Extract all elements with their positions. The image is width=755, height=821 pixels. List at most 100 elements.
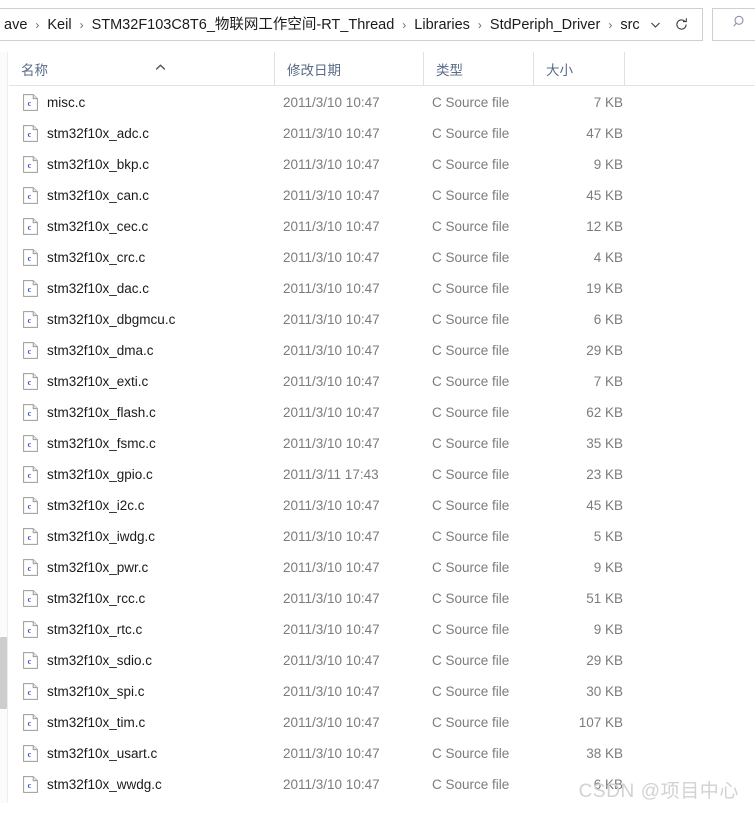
file-name-cell[interactable]: c stm32f10x_iwdg.c	[23, 528, 155, 545]
file-row[interactable]: c stm32f10x_spi.c 2011/3/10 10:47 C Source …	[9, 676, 755, 707]
refresh-icon[interactable]	[669, 12, 695, 38]
file-name-cell[interactable]: c stm32f10x_dbgmcu.c	[23, 311, 175, 328]
file-row[interactable]: c stm32f10x_crc.c 2011/3/10 10:47 C Source …	[9, 242, 755, 273]
column-header-name[interactable]: 名称	[9, 52, 274, 85]
file-row[interactable]: c stm32f10x_i2c.c 2011/3/10 10:47 C Source …	[9, 490, 755, 521]
breadcrumb-item[interactable]: src	[617, 14, 642, 36]
breadcrumb-separator: ›	[402, 17, 407, 32]
breadcrumb-item[interactable]: Keil	[44, 14, 74, 36]
file-row[interactable]: c stm32f10x_rtc.c 2011/3/10 10:47 C Source …	[9, 614, 755, 645]
breadcrumb-item[interactable]: STM32F103C8T6_物联网工作空间-RT_Thread	[89, 14, 398, 36]
file-row[interactable]: c stm32f10x_dac.c 2011/3/10 10:47 C Source …	[9, 273, 755, 304]
file-row[interactable]: c stm32f10x_dbgmcu.c 2011/3/10 10:47 C Sour…	[9, 304, 755, 335]
file-name-cell[interactable]: c stm32f10x_flash.c	[23, 404, 156, 421]
file-row[interactable]: c stm32f10x_dma.c 2011/3/10 10:47 C Source …	[9, 335, 755, 366]
svg-text:c: c	[28, 750, 32, 759]
scrollbar-vertical[interactable]	[0, 52, 8, 803]
file-size-cell: 45 KB	[586, 188, 623, 203]
file-row[interactable]: c stm32f10x_exti.c 2011/3/10 10:47 C Source…	[9, 366, 755, 397]
file-size-cell: 7 KB	[593, 374, 623, 389]
file-size-cell: 6 KB	[593, 312, 623, 327]
file-name-cell[interactable]: c stm32f10x_exti.c	[23, 373, 148, 390]
file-date-cell: 2011/3/10 10:47	[283, 405, 380, 420]
file-type-cell: C Source file	[432, 312, 510, 327]
file-row[interactable]: c stm32f10x_can.c 2011/3/10 10:47 C Source …	[9, 180, 755, 211]
file-name-cell[interactable]: c stm32f10x_rtc.c	[23, 621, 142, 638]
svg-text:c: c	[28, 99, 32, 108]
file-row[interactable]: c stm32f10x_flash.c 2011/3/10 10:47 C Sourc…	[9, 397, 755, 428]
file-name-cell[interactable]: c stm32f10x_crc.c	[23, 249, 145, 266]
search-input[interactable]	[711, 8, 755, 41]
chevron-down-icon[interactable]	[643, 12, 669, 38]
svg-text:c: c	[28, 254, 32, 263]
file-row[interactable]: c misc.c 2011/3/10 10:47 C Source file 7 KB	[9, 87, 755, 118]
file-type-cell: C Source file	[432, 157, 510, 172]
file-size-cell: 9 KB	[593, 157, 623, 172]
file-row[interactable]: c stm32f10x_bkp.c 2011/3/10 10:47 C Source …	[9, 149, 755, 180]
file-row[interactable]: c stm32f10x_tim.c 2011/3/10 10:47 C Source …	[9, 707, 755, 738]
file-row[interactable]: c stm32f10x_rcc.c 2011/3/10 10:47 C Source …	[9, 583, 755, 614]
file-name-label: stm32f10x_sdio.c	[47, 653, 153, 668]
scrollbar-thumb[interactable]	[0, 637, 7, 709]
svg-text:c: c	[28, 440, 32, 449]
file-name-cell[interactable]: c stm32f10x_i2c.c	[23, 497, 145, 514]
file-name-label: misc.c	[47, 95, 86, 110]
file-date-cell: 2011/3/10 10:47	[283, 250, 380, 265]
svg-text:c: c	[28, 471, 32, 480]
file-name-cell[interactable]: c misc.c	[23, 94, 85, 111]
column-header: 名称 修改日期 类型 大小	[9, 52, 755, 86]
file-name-label: stm32f10x_pwr.c	[47, 560, 149, 575]
address-bar[interactable]: ave › Keil › STM32F103C8T6_物联网工作空间-RT_Thread…	[0, 8, 703, 41]
column-header-type[interactable]: 类型	[423, 52, 533, 85]
file-name-cell[interactable]: c stm32f10x_sdio.c	[23, 652, 152, 669]
file-date-cell: 2011/3/10 10:47	[283, 374, 380, 389]
file-date-cell: 2011/3/10 10:47	[283, 343, 380, 358]
column-header-name-label: 名称	[21, 62, 48, 78]
breadcrumb-item[interactable]: Libraries	[411, 14, 473, 36]
column-header-size[interactable]: 大小	[533, 52, 624, 85]
file-row[interactable]: c stm32f10x_sdio.c 2011/3/10 10:47 C Source…	[9, 645, 755, 676]
c-source-file-icon: c	[23, 125, 38, 142]
file-row[interactable]: c stm32f10x_adc.c 2011/3/10 10:47 C Source …	[9, 118, 755, 149]
file-name-cell[interactable]: c stm32f10x_gpio.c	[23, 466, 153, 483]
file-name-cell[interactable]: c stm32f10x_pwr.c	[23, 559, 148, 576]
file-name-cell[interactable]: c stm32f10x_usart.c	[23, 745, 157, 762]
file-name-cell[interactable]: c stm32f10x_fsmc.c	[23, 435, 156, 452]
file-name-cell[interactable]: c stm32f10x_can.c	[23, 187, 149, 204]
file-row[interactable]: c stm32f10x_gpio.c 2011/3/11 17:43 C Source…	[9, 459, 755, 490]
file-name-label: stm32f10x_rtc.c	[47, 622, 143, 637]
file-size-cell: 9 KB	[593, 622, 623, 637]
file-row[interactable]: c stm32f10x_usart.c 2011/3/10 10:47 C Sourc…	[9, 738, 755, 769]
file-size-cell: 12 KB	[586, 219, 623, 234]
file-name-cell[interactable]: c stm32f10x_dac.c	[23, 280, 149, 297]
breadcrumb-item[interactable]: StdPeriph_Driver	[487, 14, 603, 36]
file-name-cell[interactable]: c stm32f10x_wwdg.c	[23, 776, 162, 793]
svg-text:c: c	[28, 347, 32, 356]
file-name-cell[interactable]: c stm32f10x_dma.c	[23, 342, 154, 359]
file-row[interactable]: c stm32f10x_iwdg.c 2011/3/10 10:47 C Source…	[9, 521, 755, 552]
svg-text:c: c	[28, 285, 32, 294]
file-row[interactable]: c stm32f10x_fsmc.c 2011/3/10 10:47 C Source…	[9, 428, 755, 459]
file-name-label: stm32f10x_fsmc.c	[47, 436, 156, 451]
svg-text:c: c	[28, 564, 32, 573]
file-name-cell[interactable]: c stm32f10x_cec.c	[23, 218, 148, 235]
file-type-cell: C Source file	[432, 343, 510, 358]
svg-text:c: c	[28, 719, 32, 728]
c-source-file-icon: c	[23, 373, 38, 390]
file-list[interactable]: c misc.c 2011/3/10 10:47 C Source file 7 KB c…	[9, 87, 755, 803]
svg-text:c: c	[28, 192, 32, 201]
file-name-cell[interactable]: c stm32f10x_adc.c	[23, 125, 149, 142]
file-size-cell: 19 KB	[586, 281, 623, 296]
column-header-date[interactable]: 修改日期	[274, 52, 423, 85]
file-name-cell[interactable]: c stm32f10x_spi.c	[23, 683, 145, 700]
file-name-cell[interactable]: c stm32f10x_tim.c	[23, 714, 145, 731]
file-type-cell: C Source file	[432, 715, 510, 730]
file-type-cell: C Source file	[432, 374, 510, 389]
file-name-cell[interactable]: c stm32f10x_rcc.c	[23, 590, 145, 607]
breadcrumb-item[interactable]: ave	[1, 14, 30, 36]
file-name-cell[interactable]: c stm32f10x_bkp.c	[23, 156, 149, 173]
file-date-cell: 2011/3/10 10:47	[283, 529, 380, 544]
file-row[interactable]: c stm32f10x_pwr.c 2011/3/10 10:47 C Source …	[9, 552, 755, 583]
c-source-file-icon: c	[23, 776, 38, 793]
file-row[interactable]: c stm32f10x_cec.c 2011/3/10 10:47 C Source …	[9, 211, 755, 242]
